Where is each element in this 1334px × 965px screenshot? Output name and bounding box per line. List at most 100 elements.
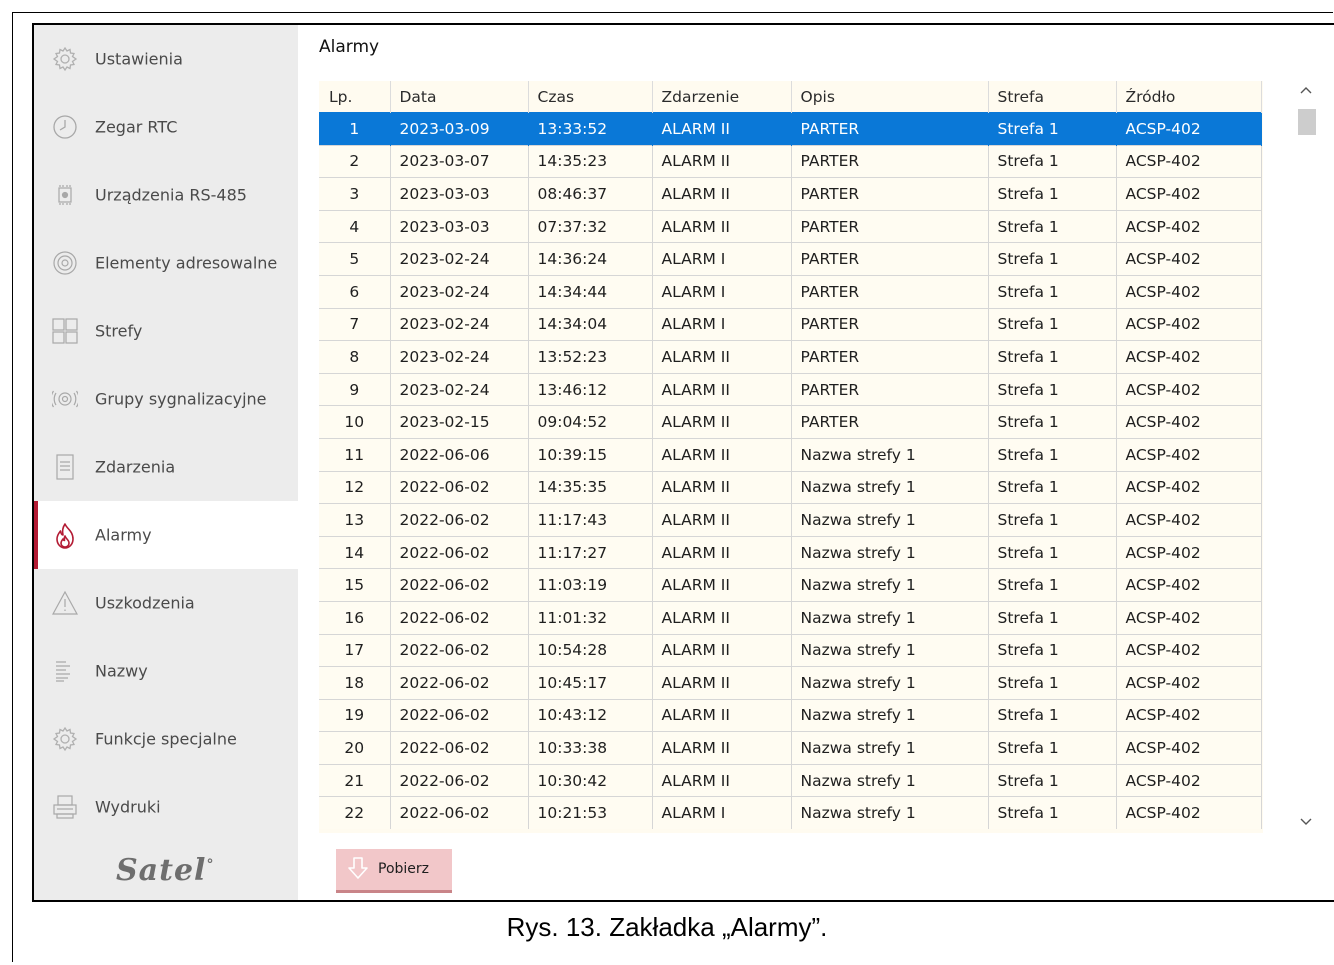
cell-zdarzenie: ALARM II [652,144,792,178]
column-header-opis[interactable]: Opis [791,81,989,113]
cell-opis: PARTER [791,112,989,146]
table-row[interactable]: 22 2022-06-02 10:21:53 ALARM I Nazwa strefy … [319,796,1262,830]
cell-zrodlo: ACSP-402 [1116,177,1262,211]
sidebar-item-label: Zegar RTC [95,117,178,137]
table-row[interactable]: 10 2023-02-15 09:04:52 ALARM II PARTER Strefa… [319,405,1262,439]
table-row[interactable]: 12 2022-06-02 14:35:35 ALARM II Nazwa strefy… [319,470,1262,504]
cell-data: 2023-03-03 [390,209,529,243]
cell-strefa: Strefa 1 [988,568,1117,602]
sidebar-item-uszkodzenia[interactable]: Uszkodzenia [34,569,298,637]
cell-strefa: Strefa 1 [988,340,1117,374]
cell-opis: Nazwa strefy 1 [791,568,989,602]
cell-zrodlo: ACSP-402 [1116,568,1262,602]
cell-data: 2023-02-24 [390,307,529,341]
table-row[interactable]: 8 2023-02-24 13:52:23 ALARM II PARTER Strefa … [319,340,1262,374]
cell-lp: 7 [319,307,391,341]
sidebar-item-funkcje-specjalne[interactable]: Funkcje specjalne [34,705,298,773]
table-row[interactable]: 2 2023-03-07 14:35:23 ALARM II PARTER Strefa … [319,144,1262,178]
cell-data: 2023-03-03 [390,177,529,211]
column-header-zdarzenie[interactable]: Zdarzenie [652,81,792,113]
table-row[interactable]: 7 2023-02-24 14:34:04 ALARM I PARTER Strefa 1… [319,307,1262,341]
cell-czas: 10:39:15 [528,437,653,472]
vertical-scrollbar[interactable] [1292,81,1320,833]
table-row[interactable]: 3 2023-03-03 08:46:37 ALARM II PARTER Strefa … [319,177,1262,211]
table-row[interactable]: 5 2023-02-24 14:36:24 ALARM I PARTER Strefa 1… [319,242,1262,276]
sidebar-item-zegar-rtc[interactable]: Zegar RTC [34,93,298,161]
sidebar-item-elementy-adresowalne[interactable]: Elementy adresowalne [34,229,298,297]
cell-zrodlo: ACSP-402 [1116,535,1262,569]
download-button-label: Pobierz [378,861,430,877]
cell-zdarzenie: ALARM II [652,177,792,211]
cell-opis: Nazwa strefy 1 [791,796,989,830]
cell-zrodlo: ACSP-402 [1116,372,1262,406]
sidebar-item-ustawienia[interactable]: Ustawienia [34,25,298,93]
cell-zdarzenie: ALARM II [652,437,792,472]
scroll-down-arrow-icon[interactable] [1292,815,1320,837]
cell-opis: Nazwa strefy 1 [791,633,989,667]
scrollbar-thumb[interactable] [1298,109,1316,135]
sidebar-item-nazwy[interactable]: Nazwy [34,637,298,705]
sidebar-item-label: Nazwy [95,661,148,681]
table-row[interactable]: 18 2022-06-02 10:45:17 ALARM II Nazwa strefy… [319,666,1262,700]
cell-lp: 3 [319,177,391,211]
cell-lp: 5 [319,242,391,276]
cell-czas: 11:03:19 [528,568,653,602]
table-header-row: Lp. Data Czas Zdarzenie Opis Strefa Źródło [319,81,1262,113]
table-row[interactable]: 16 2022-06-02 11:01:32 ALARM II Nazwa strefy… [319,600,1262,634]
document-icon [52,454,78,480]
cell-zdarzenie: ALARM I [652,274,792,309]
table-row[interactable]: 9 2023-02-24 13:46:12 ALARM II PARTER Strefa … [319,372,1262,406]
table-row[interactable]: 21 2022-06-02 10:30:42 ALARM II Nazwa strefy… [319,763,1262,797]
cell-zdarzenie: ALARM II [652,112,792,146]
cell-zrodlo: ACSP-402 [1116,274,1262,309]
cell-lp: 1 [319,112,391,146]
scroll-up-arrow-icon[interactable] [1292,83,1320,105]
table-row[interactable]: 17 2022-06-02 10:54:28 ALARM II Nazwa strefy… [319,633,1262,667]
table-row[interactable]: 15 2022-06-02 11:03:19 ALARM II Nazwa strefy… [319,568,1262,602]
cell-strefa: Strefa 1 [988,470,1117,504]
cell-lp: 17 [319,633,391,667]
column-header-data[interactable]: Data [390,81,529,113]
zones-grid-icon [52,318,78,344]
cell-opis: PARTER [791,307,989,341]
cell-czas: 14:35:23 [528,144,653,178]
sidebar-item-grupy-sygnalizacyjne[interactable]: Grupy sygnalizacyjne [34,365,298,433]
cell-zrodlo: ACSP-402 [1116,340,1262,374]
column-header-lp[interactable]: Lp. [319,81,391,113]
cell-data: 2022-06-02 [390,503,529,537]
sidebar-item-label: Uszkodzenia [95,593,195,613]
sidebar-item-alarmy[interactable]: Alarmy [34,501,298,569]
column-header-zrodlo[interactable]: Źródło [1116,81,1262,113]
column-header-strefa[interactable]: Strefa [988,81,1117,113]
table-row[interactable]: 20 2022-06-02 10:33:38 ALARM II Nazwa strefy… [319,731,1262,765]
table-row[interactable]: 11 2022-06-06 10:39:15 ALARM II Nazwa strefy… [319,437,1262,472]
sidebar-item-urzadzenia-rs485[interactable]: Urządzenia RS-485 [34,161,298,229]
table-row[interactable]: 19 2022-06-02 10:43:12 ALARM II Nazwa strefy… [319,698,1262,732]
download-button[interactable]: Pobierz [336,849,452,893]
sidebar-item-label: Funkcje specjalne [95,729,237,749]
cell-opis: PARTER [791,209,989,243]
table-row[interactable]: 6 2023-02-24 14:34:44 ALARM I PARTER Strefa 1… [319,274,1262,309]
sidebar-item-strefy[interactable]: Strefy [34,297,298,365]
gear-icon [52,46,78,72]
cell-zdarzenie: ALARM II [652,666,792,700]
table-row[interactable]: 4 2023-03-03 07:37:32 ALARM II PARTER Strefa … [319,209,1262,243]
cell-opis: PARTER [791,274,989,309]
column-header-czas[interactable]: Czas [528,81,653,113]
cell-zrodlo: ACSP-402 [1116,633,1262,667]
cell-strefa: Strefa 1 [988,763,1117,797]
sidebar-item-wydruki[interactable]: Wydruki [34,773,298,841]
sidebar-item-zdarzenia[interactable]: Zdarzenia [34,433,298,501]
cell-zdarzenie: ALARM II [652,372,792,406]
table-row[interactable]: 14 2022-06-02 11:17:27 ALARM II Nazwa strefy… [319,535,1262,569]
cell-lp: 19 [319,698,391,732]
table-row[interactable]: 1 2023-03-09 13:33:52 ALARM II PARTER Strefa … [319,112,1262,146]
cell-strefa: Strefa 1 [988,372,1117,406]
cell-strefa: Strefa 1 [988,144,1117,178]
sidebar-item-label: Wydruki [95,797,161,817]
table-row[interactable]: 13 2022-06-02 11:17:43 ALARM II Nazwa strefy… [319,503,1262,537]
cell-czas: 14:35:35 [528,470,653,504]
cell-zdarzenie: ALARM II [652,209,792,243]
cell-data: 2023-02-24 [390,340,529,374]
cell-czas: 10:21:53 [528,796,653,830]
